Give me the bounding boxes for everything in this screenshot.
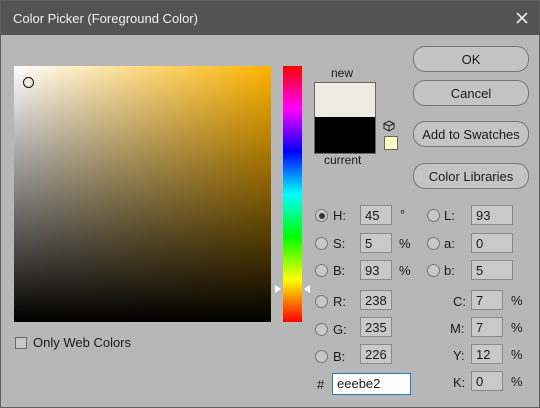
yellow-input[interactable]: 12 xyxy=(471,344,503,364)
black-input[interactable]: 0 xyxy=(471,371,503,391)
color-swatch xyxy=(314,82,376,154)
saturation-input[interactable]: 5 xyxy=(360,233,392,253)
cube-warning-icon[interactable] xyxy=(383,120,395,132)
new-color-swatch xyxy=(315,83,375,117)
current-color-label: current xyxy=(324,153,362,167)
unit-percent-b: % xyxy=(399,263,411,278)
label-blue: B: xyxy=(333,349,346,364)
label-black: K: xyxy=(453,375,466,390)
color-picker-dialog: Color Picker (Foreground Color) Only Web… xyxy=(0,0,540,408)
label-saturation: S: xyxy=(333,236,346,251)
label-a: a: xyxy=(444,236,455,251)
unit-percent-s: % xyxy=(399,236,411,251)
label-brightness: B: xyxy=(333,263,346,278)
window-title: Color Picker (Foreground Color) xyxy=(13,11,198,26)
unit-degree: ° xyxy=(400,207,406,222)
hue-input[interactable]: 45 xyxy=(360,205,392,225)
brightness-input[interactable]: 93 xyxy=(360,260,392,280)
hue-slider-handle-right[interactable] xyxy=(304,285,310,293)
label-green: G: xyxy=(333,322,347,337)
radio-hue[interactable] xyxy=(315,209,328,222)
label-yellow: Y: xyxy=(453,348,465,363)
unit-percent-k: % xyxy=(511,374,523,389)
radio-brightness[interactable] xyxy=(315,264,328,277)
hex-input[interactable]: eeebe2 xyxy=(332,373,411,395)
color-libraries-button[interactable]: Color Libraries xyxy=(413,163,529,189)
lightness-input[interactable]: 93 xyxy=(471,205,513,225)
current-color-swatch[interactable] xyxy=(315,117,375,153)
close-icon[interactable] xyxy=(511,7,533,29)
red-input[interactable]: 238 xyxy=(360,290,392,310)
unit-percent-m: % xyxy=(511,320,523,335)
label-cyan: C: xyxy=(453,294,466,309)
ok-button[interactable]: OK xyxy=(413,46,529,72)
label-b-lab: b: xyxy=(444,263,455,278)
radio-saturation[interactable] xyxy=(315,237,328,250)
radio-a[interactable] xyxy=(427,237,440,250)
title-bar: Color Picker (Foreground Color) xyxy=(1,1,539,35)
radio-lightness[interactable] xyxy=(427,209,440,222)
label-lightness: L: xyxy=(444,208,455,223)
radio-green[interactable] xyxy=(315,323,328,336)
unit-percent-c: % xyxy=(511,293,523,308)
radio-b-lab[interactable] xyxy=(427,264,440,277)
label-magenta: M: xyxy=(450,321,465,336)
b-lab-input[interactable]: 5 xyxy=(471,260,513,280)
cancel-button[interactable]: Cancel xyxy=(413,80,529,106)
label-hex: # xyxy=(317,377,325,392)
radio-red[interactable] xyxy=(315,295,328,308)
label-red: R: xyxy=(333,294,346,309)
saturation-brightness-field[interactable] xyxy=(14,66,271,322)
cyan-input[interactable]: 7 xyxy=(471,290,503,310)
blue-input[interactable]: 226 xyxy=(360,344,392,364)
checkbox-box[interactable] xyxy=(15,336,27,349)
only-web-colors-checkbox[interactable]: Only Web Colors xyxy=(15,335,131,350)
add-to-swatches-button[interactable]: Add to Swatches xyxy=(413,121,529,147)
magenta-input[interactable]: 7 xyxy=(471,317,503,337)
new-color-label: new xyxy=(331,66,354,80)
hue-slider[interactable] xyxy=(283,66,302,322)
radio-blue[interactable] xyxy=(315,350,328,363)
web-safe-color-swatch[interactable] xyxy=(384,136,398,150)
a-input[interactable]: 0 xyxy=(471,233,513,253)
only-web-colors-label: Only Web Colors xyxy=(33,335,132,350)
green-input[interactable]: 235 xyxy=(360,317,392,337)
label-hue: H: xyxy=(333,208,346,223)
color-field-cursor[interactable] xyxy=(23,77,34,88)
hue-slider-handle-left[interactable] xyxy=(275,285,281,293)
unit-percent-y: % xyxy=(511,347,523,362)
